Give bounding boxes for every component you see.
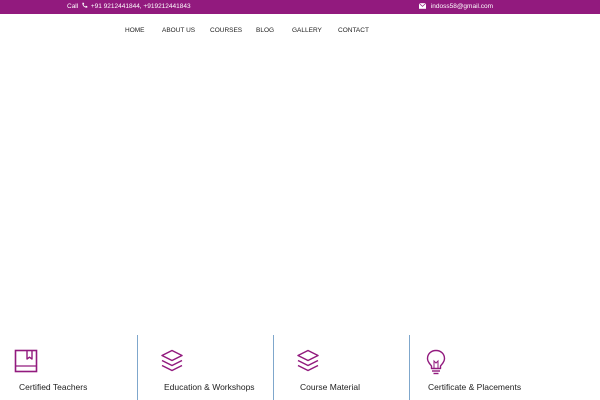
phone-icon [82, 2, 88, 8]
feature-strip: Certified Teachers Education & Workshops… [0, 335, 600, 400]
top-contact-bar: Call +91 9212441844, +919212441843 indos… [0, 0, 600, 14]
lightbulb-icon [426, 349, 446, 375]
nav-item-gallery[interactable]: GALLERY [292, 27, 322, 34]
feature-label-certificate-placements: Certificate & Placements [428, 382, 522, 392]
envelope-icon [419, 3, 426, 9]
call-info: Call +91 9212441844, +919212441843 [67, 0, 191, 14]
call-label: Call [67, 3, 79, 10]
feature-label-education-workshops: Education & Workshops [164, 382, 255, 392]
nav-item-home[interactable]: HOME [125, 27, 145, 34]
layers-icon [161, 349, 183, 372]
feature-label-course-material: Course Material [300, 382, 360, 392]
nav-item-about-us[interactable]: ABOUT US [162, 27, 195, 34]
nav-item-courses[interactable]: COURSES [210, 27, 242, 34]
nav-item-contact[interactable]: CONTACT [338, 27, 369, 34]
nav-item-blog[interactable]: BLOG [256, 27, 274, 34]
email-address[interactable]: indoss58@gmail.com [431, 3, 493, 10]
email-info: indoss58@gmail.com [419, 0, 493, 14]
divider [409, 335, 410, 400]
book-icon [14, 349, 38, 373]
phone-numbers[interactable]: +91 9212441844, +919212441843 [91, 3, 191, 10]
divider [137, 335, 138, 400]
divider [273, 335, 274, 400]
layers-icon [297, 349, 319, 372]
feature-label-certified-teachers: Certified Teachers [19, 382, 88, 392]
